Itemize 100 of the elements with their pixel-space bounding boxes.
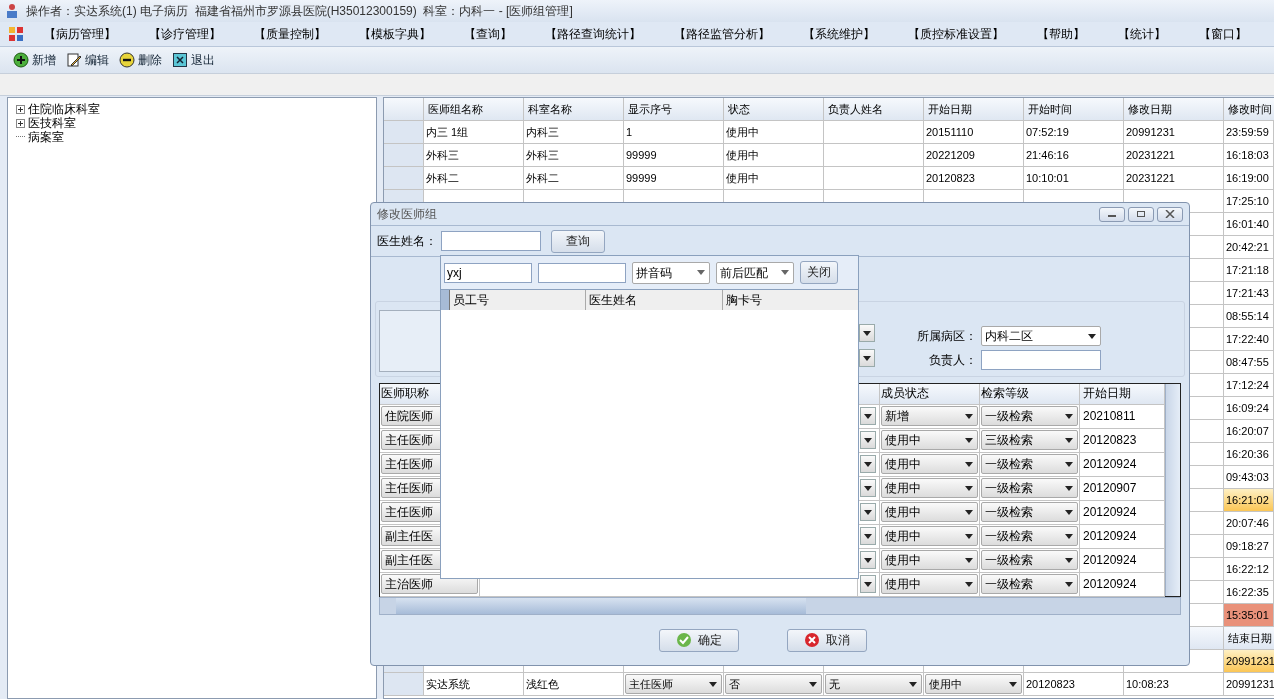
minimize-button[interactable] xyxy=(1099,206,1125,222)
caret-icon xyxy=(809,681,817,687)
menu-item[interactable]: 【质量控制】 xyxy=(254,25,326,43)
table-cell: 16:20:36 xyxy=(1224,443,1274,466)
column-header[interactable]: 开始日期 xyxy=(924,98,1024,121)
level-dropdown[interactable]: 一级检索 xyxy=(981,502,1078,522)
level-dropdown[interactable]: 一级检索 xyxy=(981,454,1078,474)
caret-icon xyxy=(965,461,973,467)
status-dropdown[interactable]: 使用中 xyxy=(881,454,978,474)
table-cell: 内科三 xyxy=(524,121,624,144)
menu-item[interactable]: 【统计】 xyxy=(1118,25,1166,43)
edit-button[interactable]: 编辑 xyxy=(63,49,112,71)
dropdown-button[interactable] xyxy=(860,479,876,497)
grid-icon[interactable] xyxy=(8,26,24,42)
menu-item[interactable]: 【诊疗管理】 xyxy=(149,25,221,43)
table-cell: 20:07:46 xyxy=(1224,512,1274,535)
status-dropdown[interactable]: 使用中 xyxy=(881,478,978,498)
status-dropdown[interactable]: 使用中 xyxy=(881,502,978,522)
menu-item[interactable]: 【路径查询统计】 xyxy=(545,25,641,43)
table-cell: 外科三 xyxy=(424,144,524,167)
table-cell: 08:55:14 xyxy=(1224,305,1274,328)
table-cell: 16:22:12 xyxy=(1224,558,1274,581)
query-button[interactable]: 查询 xyxy=(551,229,605,253)
vertical-scrollbar[interactable] xyxy=(1165,384,1180,596)
column-header[interactable]: 状态 xyxy=(724,98,824,121)
table-cell: 外科二 xyxy=(424,167,524,190)
expand-icon[interactable] xyxy=(16,104,25,114)
caret-icon xyxy=(864,413,872,419)
level-dropdown[interactable]: 一级检索 xyxy=(981,574,1078,594)
level-dropdown[interactable]: 一级检索 xyxy=(981,550,1078,570)
dropdown[interactable]: 主任医师 xyxy=(625,674,722,694)
close-button[interactable] xyxy=(1157,206,1183,222)
exit-icon xyxy=(172,52,188,68)
scrollbar-thumb[interactable] xyxy=(396,598,806,614)
table-cell: 20991231 xyxy=(1124,121,1224,144)
menu-item[interactable]: 【帮助】 xyxy=(1037,25,1085,43)
table-cell: 10:10:01 xyxy=(1024,167,1124,190)
status-dropdown[interactable]: 新增 xyxy=(881,406,978,426)
status-dropdown[interactable]: 使用中 xyxy=(881,574,978,594)
column-header[interactable]: 成员状态 xyxy=(880,384,980,404)
exit-button[interactable]: 退出 xyxy=(169,49,218,71)
level-dropdown[interactable]: 一级检索 xyxy=(981,406,1078,426)
dropdown[interactable]: 否 xyxy=(725,674,822,694)
menu-item[interactable]: 【系统维护】 xyxy=(803,25,875,43)
dropdown[interactable]: 使用中 xyxy=(925,674,1022,694)
keyword-field[interactable]: yxj xyxy=(444,262,532,283)
caret-icon xyxy=(1065,485,1073,491)
match-mode-dropdown[interactable]: 前后匹配 xyxy=(716,261,794,284)
column-header[interactable]: 医师组名称 xyxy=(424,98,524,121)
menu-item[interactable]: 【路径监管分析】 xyxy=(674,25,770,43)
dropdown-button[interactable] xyxy=(860,527,876,545)
horizontal-scrollbar[interactable] xyxy=(379,597,1181,615)
column-header[interactable]: 负责人姓名 xyxy=(824,98,924,121)
dropdown-button[interactable] xyxy=(860,551,876,569)
dropdown-button[interactable] xyxy=(860,431,876,449)
column-header[interactable]: 修改时间 xyxy=(1224,98,1274,121)
column-header[interactable]: 修改日期 xyxy=(1124,98,1224,121)
ward-dropdown[interactable]: 内科二区 xyxy=(981,326,1101,346)
maximize-button[interactable] xyxy=(1128,206,1154,222)
close-button[interactable]: 关闭 xyxy=(800,261,838,284)
dropdown-button[interactable] xyxy=(859,324,875,342)
status-dropdown[interactable]: 使用中 xyxy=(881,526,978,546)
dropdown[interactable]: 无 xyxy=(825,674,922,694)
menu-item[interactable]: 【窗口】 xyxy=(1199,25,1247,43)
dropdown-button[interactable] xyxy=(860,455,876,473)
dropdown-button[interactable] xyxy=(859,349,875,367)
owner-field[interactable] xyxy=(981,350,1101,370)
dropdown-button[interactable] xyxy=(860,407,876,425)
doctor-name-field[interactable] xyxy=(441,231,541,251)
expand-icon[interactable] xyxy=(16,118,25,128)
column-header[interactable]: 开始时间 xyxy=(1024,98,1124,121)
level-dropdown[interactable]: 一级检索 xyxy=(981,478,1078,498)
dropdown-button[interactable] xyxy=(860,503,876,521)
confirm-button[interactable]: 确定 xyxy=(659,628,739,652)
column-header[interactable]: 员工号 xyxy=(449,290,587,310)
menu-item[interactable]: 【模板字典】 xyxy=(359,25,431,43)
cancel-button[interactable]: 取消 xyxy=(787,628,867,652)
status-dropdown[interactable]: 使用中 xyxy=(881,550,978,570)
table-cell: 16:21:02 xyxy=(1224,489,1274,512)
field-label: 负责人： xyxy=(928,351,978,369)
search-field[interactable] xyxy=(538,262,626,283)
column-header[interactable]: 检索等级 xyxy=(980,384,1080,404)
code-type-dropdown[interactable]: 拼音码 xyxy=(632,261,710,284)
menu-item[interactable]: 【质控标准设置】 xyxy=(908,25,1004,43)
add-button[interactable]: 新增 xyxy=(10,49,59,71)
caret-icon xyxy=(965,509,973,515)
status-dropdown[interactable]: 使用中 xyxy=(881,430,978,450)
column-header[interactable]: 医生姓名 xyxy=(586,290,723,310)
level-dropdown[interactable]: 一级检索 xyxy=(981,526,1078,546)
dropdown-button[interactable] xyxy=(860,575,876,593)
menu-item[interactable]: 【查询】 xyxy=(464,25,512,43)
table-cell: 21:46:16 xyxy=(1024,144,1124,167)
delete-button[interactable]: 删除 xyxy=(116,49,165,71)
column-header[interactable]: 胸卡号 xyxy=(722,290,858,310)
table-cell: 实达系统 xyxy=(424,673,524,696)
column-header[interactable]: 科室名称 xyxy=(524,98,624,121)
column-header[interactable]: 结束日期 xyxy=(1224,627,1274,650)
menu-item[interactable]: 【病历管理】 xyxy=(44,25,116,43)
level-dropdown[interactable]: 三级检索 xyxy=(981,430,1078,450)
column-header[interactable]: 显示序号 xyxy=(624,98,724,121)
